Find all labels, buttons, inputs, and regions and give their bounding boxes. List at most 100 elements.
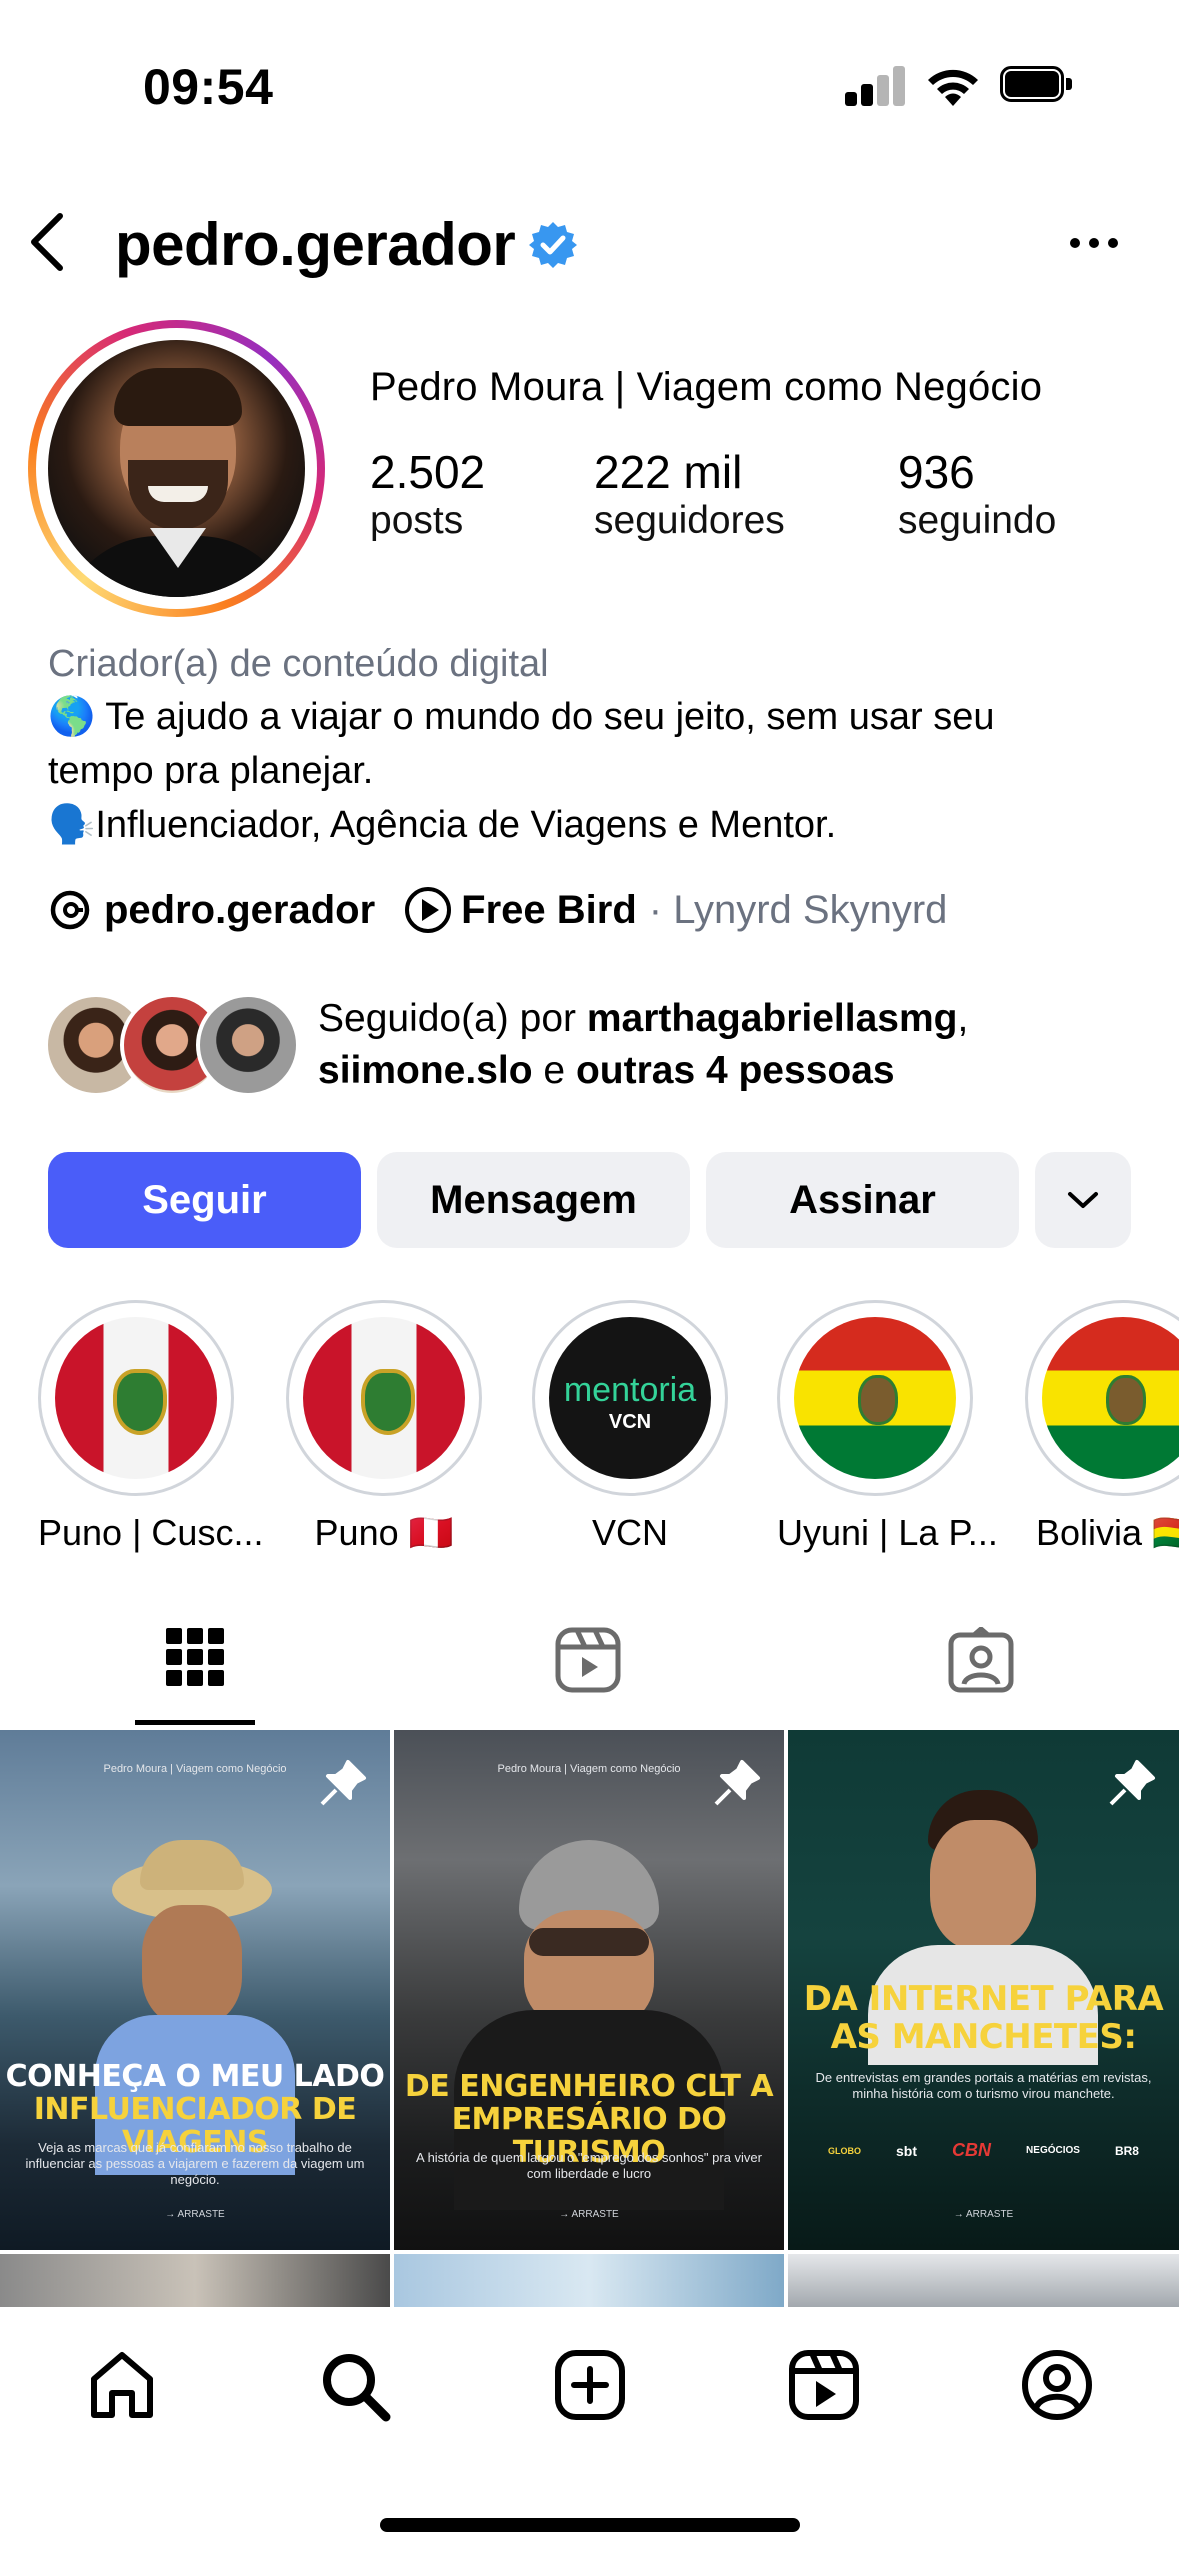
bio-category: Criador(a) de conteúdo digital	[48, 643, 549, 685]
post-tile-3[interactable]: DA INTERNET PARA AS MANCHETES: De entrev…	[788, 1730, 1179, 2250]
bio-line-2: tempo pra planejar.	[48, 750, 374, 792]
avatar	[48, 340, 305, 597]
logo-globo: GLOBO	[828, 2145, 861, 2156]
highlight-bolivia[interactable]: Bolivia 🇧🇴	[1022, 1300, 1179, 1554]
music-artist: · Lynyrd Skynyrd	[648, 887, 948, 932]
threads-link[interactable]: pedro.gerador	[104, 888, 375, 933]
stat-followers-value: 222 mil	[594, 446, 743, 498]
follow-button[interactable]: Seguir	[48, 1152, 361, 1248]
mentoria-text: mentoria	[563, 1371, 697, 1409]
globe-emoji: 🌎	[48, 696, 96, 738]
post-title-line-1: DA INTERNET PARA	[803, 1979, 1164, 2019]
media-logos: GLOBO sbt CBN NEGÓCIOS BR8	[828, 2140, 1139, 2161]
highlight-label: Bolivia 🇧🇴	[1036, 1512, 1179, 1553]
stat-posts-label: posts	[370, 499, 464, 542]
chevron-down-icon	[1068, 1192, 1098, 1208]
highlight-label: Puno | Cusc...	[38, 1512, 264, 1553]
followers-others: outras 4 pessoas	[575, 1049, 895, 1092]
post-cta: → ARRASTE	[559, 2209, 619, 2220]
message-button[interactable]: Mensagem	[377, 1152, 690, 1248]
logo-sbt: sbt	[896, 2142, 918, 2159]
highlight-uyuni[interactable]: Uyuni | La P...	[777, 1300, 998, 1554]
follower-2: siimone.slo	[318, 1049, 533, 1092]
logo-cbn: CBN	[952, 2140, 992, 2160]
highlight-puno-cusco[interactable]: Puno | Cusc...	[38, 1300, 264, 1554]
peru-flag-cover	[303, 1317, 465, 1479]
subscribe-button[interactable]: Assinar	[706, 1152, 1019, 1248]
stat-followers-label: seguidores	[594, 499, 785, 542]
followed-by-text[interactable]: Seguido(a) por marthagabriellasmg, siimo…	[318, 993, 968, 1097]
mutual-avatars[interactable]	[44, 993, 304, 1097]
highlight-label: Puno 🇵🇪	[314, 1512, 454, 1553]
highlight-label: Uyuni | La P...	[777, 1512, 998, 1553]
post-tile-5[interactable]	[394, 2254, 784, 2314]
search-icon[interactable]	[318, 2349, 392, 2423]
post-tile-2[interactable]: Pedro Moura | Viagem como Negócio DE ENG…	[394, 1730, 784, 2250]
pinned-icon	[320, 1760, 366, 1806]
status-time: 09:54	[143, 59, 274, 115]
logo-br8: BR8	[1114, 2143, 1139, 2158]
grid-tab-icon[interactable]	[166, 1628, 224, 1686]
more-options-icon[interactable]	[1068, 235, 1120, 251]
post-subtitle: De entrevistas em grandes portais a maté…	[815, 2070, 1152, 2101]
mutual-avatar-3	[196, 993, 300, 1097]
vcn-text: VCN	[608, 1411, 652, 1433]
post-title-line-1: DE ENGENHEIRO CLT A	[404, 2069, 774, 2104]
bio-line-1: 🌎 Te ajudo a viajar o mundo do seu jeito…	[48, 690, 995, 744]
battery-icon	[1000, 66, 1074, 104]
followed-sep: ,	[957, 997, 969, 1040]
stat-posts[interactable]: 2.502 posts	[370, 445, 485, 543]
tagged-tab-icon[interactable]	[948, 1627, 1014, 1693]
profile-username: pedro.gerador	[115, 211, 516, 278]
pinned-icon	[1109, 1760, 1155, 1806]
post-cta: → ARRASTE	[953, 2209, 1014, 2220]
bolivia-flag-cover	[794, 1317, 956, 1479]
post-tile-4[interactable]	[0, 2254, 390, 2314]
follower-1: marthagabriellasmg	[586, 997, 958, 1040]
stat-following-value: 936	[898, 446, 975, 498]
stat-posts-value: 2.502	[370, 446, 486, 498]
peru-flag-cover	[55, 1317, 217, 1479]
verified-badge-icon	[529, 222, 577, 268]
suggested-accounts-button[interactable]	[1035, 1152, 1131, 1248]
post-tile-1[interactable]: Pedro Moura | Viagem como Negócio CONHEÇ…	[0, 1730, 390, 2250]
stat-following-label: seguindo	[898, 499, 1057, 542]
links-row: pedro.gerador Free Bird · Lynyrd Skynyrd	[48, 885, 947, 935]
wifi-icon	[928, 69, 978, 106]
active-tab-indicator	[135, 1720, 255, 1725]
post-subtitle: A história de quem largou o "emprego dos…	[416, 2150, 762, 2181]
bio-line-3: 🗣️Influenciador, Agência de Viagens e Me…	[48, 798, 836, 852]
cellular-signal-icon	[845, 64, 905, 106]
bolivia-flag-cover	[1042, 1317, 1179, 1479]
create-post-icon[interactable]	[554, 2349, 626, 2421]
play-circle-icon	[405, 887, 452, 933]
highlight-puno[interactable]: Puno 🇵🇪	[286, 1300, 482, 1554]
post-tile-6[interactable]	[788, 2254, 1179, 2314]
logo-negocios: NEGÓCIOS	[1026, 2145, 1080, 2156]
post-title-line-2: AS MANCHETES:	[830, 2017, 1137, 2057]
story-ring[interactable]	[28, 320, 325, 617]
bio-text-1: Te ajudo a viajar o mundo do seu jeito, …	[105, 696, 995, 738]
reels-tab-icon[interactable]	[555, 1627, 621, 1693]
profile-nav-icon[interactable]	[1021, 2349, 1093, 2421]
mentoria-vcn-cover: mentoria VCN	[549, 1317, 711, 1479]
reels-nav-icon[interactable]	[788, 2349, 860, 2421]
post-subtitle: Veja as marcas que já confiaram no nosso…	[25, 2140, 365, 2187]
highlight-vcn[interactable]: mentoria VCN VCN	[532, 1300, 728, 1554]
post-title-line-1: CONHEÇA O MEU LADO	[5, 2059, 385, 2094]
stat-following[interactable]: 936 seguindo	[898, 445, 1056, 543]
post-cta: → ARRASTE	[165, 2209, 225, 2220]
followed-and: e	[532, 1049, 576, 1092]
pinned-icon	[714, 1760, 760, 1806]
bio-text-3: Influenciador, Agência de Viagens e Ment…	[95, 804, 837, 846]
threads-icon	[50, 890, 90, 930]
music-title[interactable]: Free Bird	[461, 888, 637, 933]
highlight-label: VCN	[591, 1512, 668, 1553]
stat-followers[interactable]: 222 mil seguidores	[594, 445, 785, 543]
back-arrow-icon[interactable]	[22, 210, 72, 274]
home-indicator	[380, 2518, 800, 2532]
display-name: Pedro Moura | Viagem como Negócio	[370, 365, 1043, 409]
speaking-head-emoji: 🗣️	[48, 804, 96, 846]
followed-prefix: Seguido(a) por	[318, 997, 587, 1040]
home-icon[interactable]	[86, 2349, 158, 2421]
